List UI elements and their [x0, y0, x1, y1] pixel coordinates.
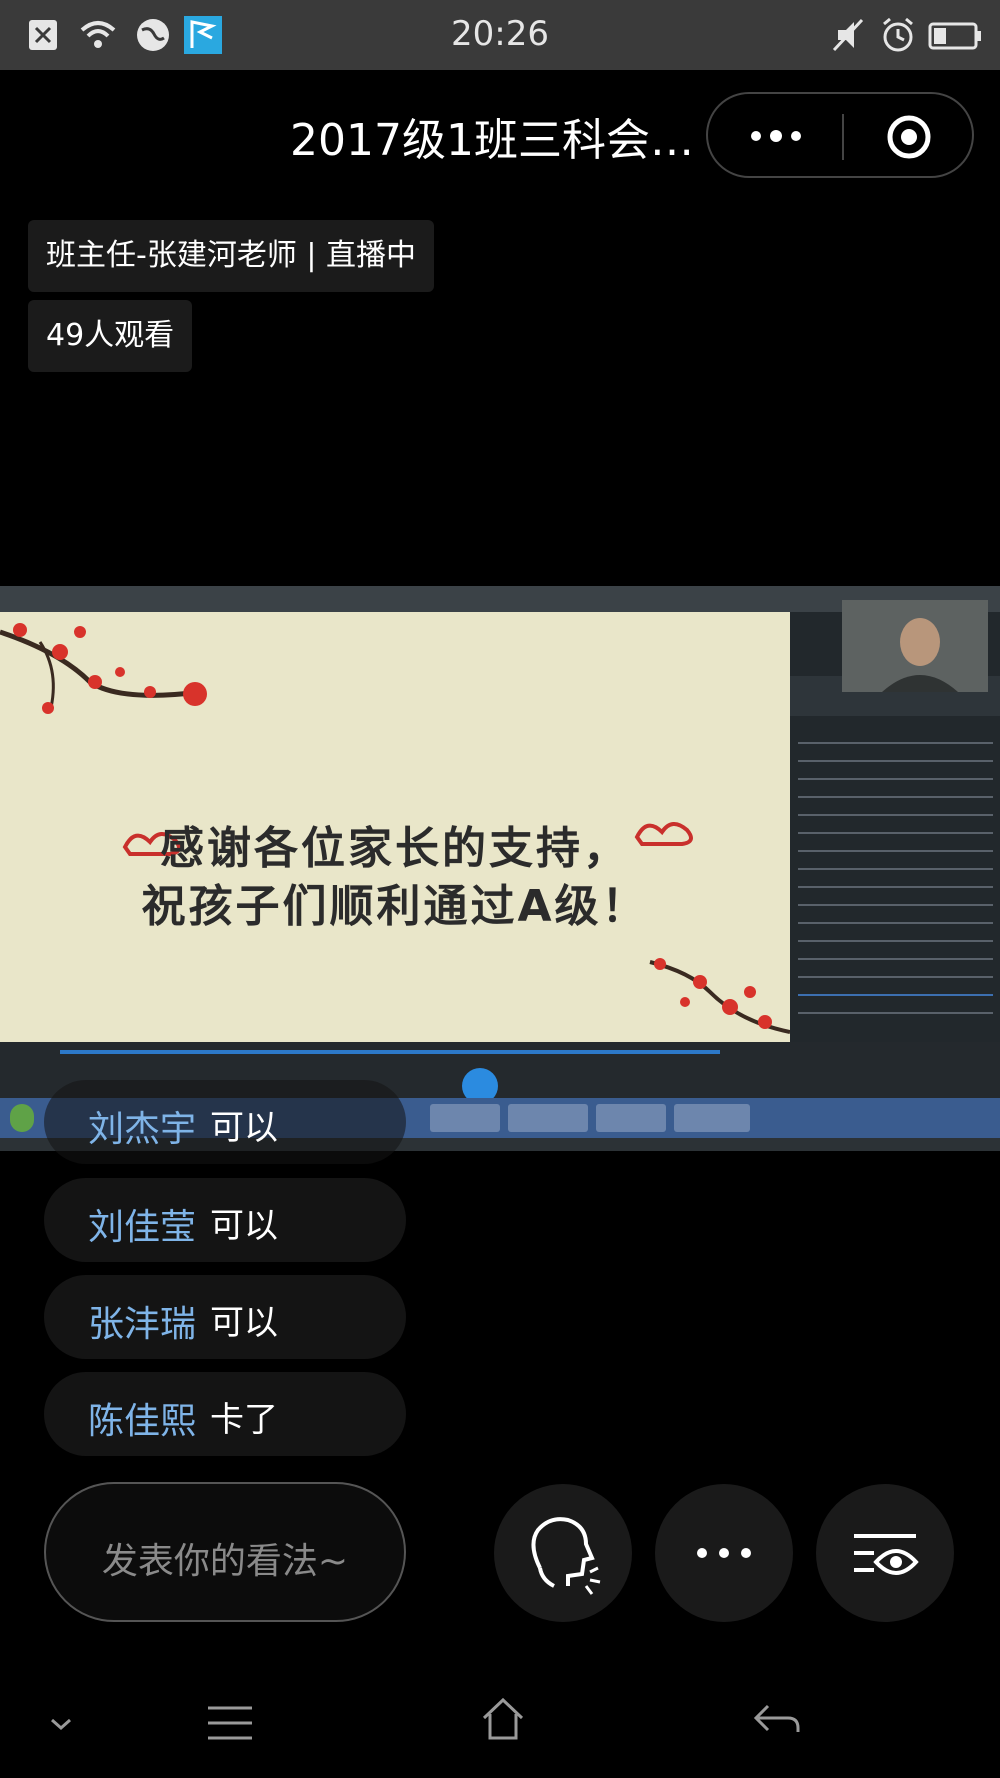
battery-icon: [928, 22, 981, 50]
chat-text: 可以: [210, 1303, 278, 1343]
plum-blossom-top-left: [0, 623, 207, 714]
more-dots-icon[interactable]: [744, 118, 808, 154]
chat-message: 刘佳莹 可以: [44, 1178, 406, 1262]
chevron-down-icon[interactable]: [46, 1712, 76, 1736]
capsule-divider: [842, 114, 844, 160]
chat-sender: 刘杰宇: [88, 1109, 197, 1150]
progress-bar[interactable]: [60, 1050, 720, 1054]
alarm-icon: [883, 17, 913, 52]
chat-text: 可以: [210, 1108, 278, 1148]
presentation-slide: 感谢各位家长的支持， 祝孩子们顺利通过A级！: [0, 612, 790, 1042]
chat-text: 卡了: [210, 1400, 278, 1440]
more-icon: [697, 1548, 751, 1558]
comment-placeholder: 发表你的看法~: [101, 1541, 349, 1582]
capsule-menu: [706, 92, 974, 178]
slide-line-1: 感谢各位家长的支持，: [160, 823, 630, 874]
back-icon[interactable]: [752, 1700, 802, 1740]
more-button[interactable]: [655, 1484, 793, 1622]
speak-button[interactable]: [494, 1484, 632, 1622]
viewer-count-badge: 49人观看: [28, 300, 193, 372]
chat-text: 可以: [210, 1206, 278, 1246]
plum-blossom-bottom-right: [649, 958, 790, 1034]
status-bar: 20:26: [0, 0, 1000, 70]
home-icon[interactable]: [478, 1694, 528, 1744]
system-nav-bar: [0, 1680, 1000, 1778]
target-close-icon[interactable]: [884, 114, 934, 160]
view-mode-button[interactable]: [816, 1484, 954, 1622]
chat-sender: 陈佳熙: [88, 1401, 197, 1442]
slide-line-2: 祝孩子们顺利通过A级！: [141, 881, 649, 932]
chat-sender: 刘佳莹: [88, 1207, 197, 1248]
menu-icon[interactable]: [204, 1700, 256, 1746]
teacher-status-badge: 班主任-张建河老师 | 直播中: [28, 220, 435, 292]
mute-icon: [832, 18, 864, 52]
comment-input[interactable]: 发表你的看法~: [44, 1482, 406, 1622]
teacher-avatar: [842, 600, 988, 692]
chat-message: 刘杰宇 可以: [44, 1080, 406, 1164]
teacher-camera-pip: [842, 600, 988, 692]
chat-message: 陈佳熙 卡了: [44, 1372, 406, 1456]
chat-message: 张沣瑞 可以: [44, 1275, 406, 1359]
chat-sender: 张沣瑞: [88, 1304, 197, 1345]
mini-program-header: 2017级1班三科会…: [0, 70, 1000, 200]
speak-icon: [531, 1517, 601, 1595]
page-title: 2017级1班三科会…: [290, 115, 694, 166]
view-icon: [854, 1534, 919, 1575]
